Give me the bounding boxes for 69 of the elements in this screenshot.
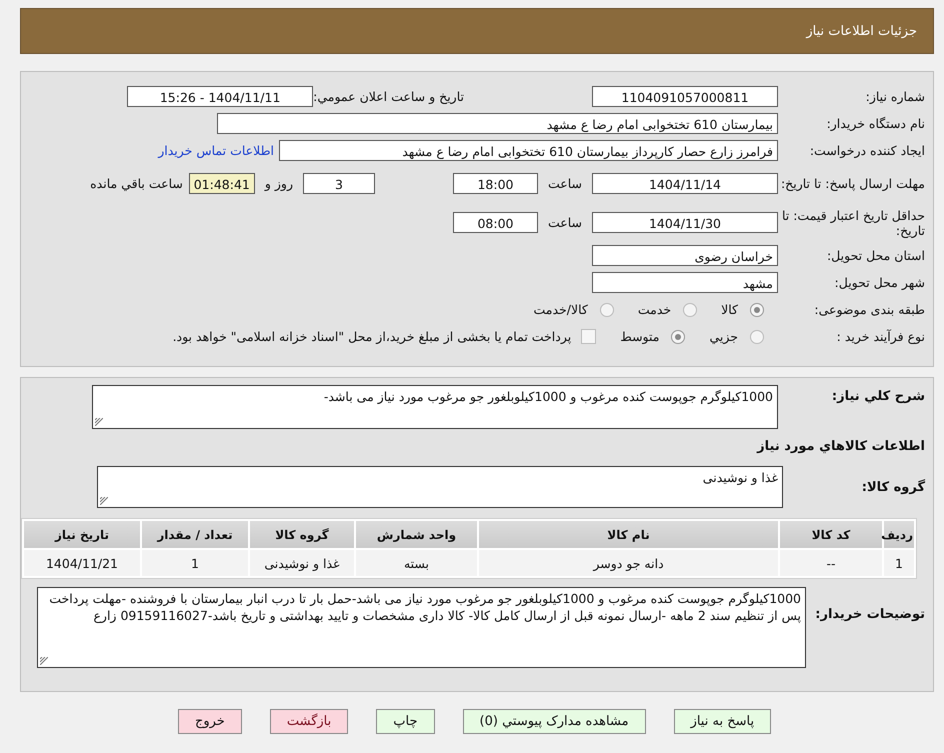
creator-field: فرامرز زارع حصار کارپرداز بیمارستان 610 تختخوابی امام رضا ع مشهد [279,140,778,161]
field-label: استان محل تحویل: [826,248,925,263]
table-cell: غذا و نوشیدنی [250,550,354,576]
option-label: خدمت [638,302,672,317]
action-button[interactable]: بازگشت [270,709,348,734]
description-field: 1000کیلوگرم جوپوست کنده مرغوب و 1000کیلوبلغور جو مرغوب مورد نیاز می باشد- [92,385,778,429]
table-cell: 1 [142,550,248,576]
field-label: حداقل تاریخ اعتبار قیمت: تا تاریخ: [780,208,925,238]
deadline-time-field: 18:00 [452,173,538,194]
table-cell: دانه جو دوسر [479,550,778,576]
buyer-field: بیمارستان 610 تختخوابی امام رضا ع مشهد [217,113,778,134]
option-label: کالا [721,302,738,317]
column-header: تاریخ نیاز [24,521,140,548]
resize-grip-icon[interactable] [100,497,108,505]
field-label: نوع فرآیند خرید : [836,329,925,344]
field-label: توضیحات خریدار: [814,606,925,623]
option-label: جزيي [709,329,738,344]
option-label: کالا/خدمت [533,302,588,317]
contact-link[interactable]: اطلاعات تماس خریدار [158,143,274,158]
city-field: مشهد [592,272,778,293]
validity-time-field: 08:00 [452,212,538,233]
field-label: تاريخ و ساعت اعلان عمومي: [313,89,464,104]
announce-date-field: 1404/11/11 - 15:26 [127,86,314,107]
column-header: نام کالا [479,521,778,548]
goods-group-field: غذا و نوشیدنی [97,466,783,508]
section-heading: اطلاعات کالاهاي مورد نياز [756,439,925,454]
field-label: ساعت [548,176,582,191]
action-button[interactable]: خروج [178,709,242,734]
action-button[interactable]: چاپ [376,709,434,734]
checkbox[interactable] [581,329,596,344]
table-cell: بسته [356,550,477,576]
field-label: ساعت باقي مانده [90,176,183,191]
resize-grip-icon[interactable] [40,657,48,665]
field-label: شهر محل تحویل: [834,275,925,290]
remaining-time-field: 01:48:41 [188,173,255,194]
column-header: ردیف [884,521,914,548]
table-cell: 1404/11/21 [24,550,140,576]
validity-date-field: 1404/11/30 [592,212,778,233]
need-number-field: 1104091057000811 [592,86,778,107]
field-label: گروه کالا: [860,478,925,496]
field-label: شماره نیاز: [864,89,925,104]
action-button[interactable]: پاسخ به نیاز [674,709,772,734]
radio-button[interactable] [671,330,686,344]
column-header: واحد شمارش [356,521,477,548]
field-label: نام دستگاه خریدار: [826,116,925,131]
field-label: روز و [264,176,293,191]
field-label: ساعت [548,215,582,230]
column-header: تعداد / مقدار [142,521,248,548]
option-label: متوسط [620,329,660,344]
action-button[interactable]: مشاهده مدارک پیوستي (0) [462,709,646,734]
checkbox-label: پرداخت تمام یا بخشی از مبلغ خرید،از محل "اسناد خزانه اسلامی" خواهد بود. [172,329,572,344]
radio-button[interactable] [600,302,614,316]
deadline-date-field: 1404/11/14 [592,173,778,194]
column-header: گروه کالا [250,521,354,548]
field-label: طبقه بندی موضوعی: [813,302,925,317]
resize-grip-icon[interactable] [95,418,103,426]
buyer-notes-field: 1000کیلوگرم جوپوست کنده مرغوب و 1000کیلوبلغور جو مرغوب مورد نیاز می باشد-حمل بار تا درب انبار بیمارستان با فروشنده -مهلت پرداخت پس از تنظیم سند 2 ماهه -ارسال نمونه قبل از ارسال کامل کالا- کالا داری مشخصات و تایید بهداشتی و تاریخ باشد-09159116027 زارع [37,587,806,668]
radio-button[interactable] [683,302,698,316]
days-field: 3 [302,173,375,194]
radio-button[interactable] [750,302,764,316]
radio-button[interactable] [750,330,764,344]
table-cell: -- [780,550,882,576]
page-title: جزئیات اطلاعات نیاز [806,24,917,38]
table-cell: 1 [884,550,914,576]
field-label: مهلت ارسال پاسخ: تا تاریخ: [780,176,925,191]
field-label: ایجاد کننده درخواست: [808,143,925,158]
field-label: شرح کلي نياز: [830,388,925,405]
column-header: کد کالا [780,521,882,548]
province-field: خراسان رضوی [592,245,778,266]
